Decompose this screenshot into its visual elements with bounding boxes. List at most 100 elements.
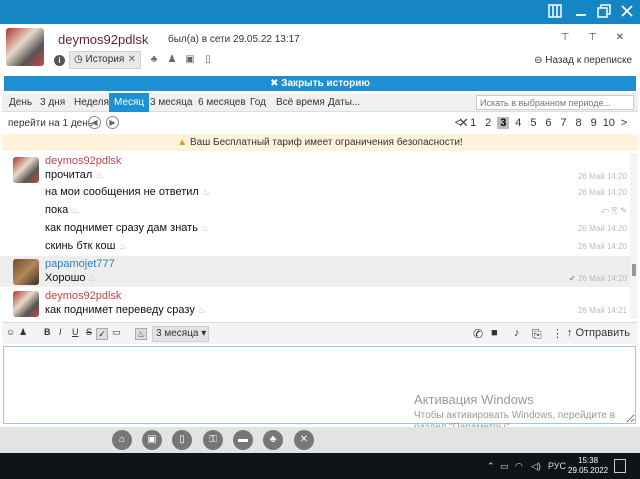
next-day-icon[interactable]: ▶ xyxy=(106,116,119,129)
tab-6-months[interactable]: 6 месяцев xyxy=(193,93,251,112)
sidebar-toggle-icon[interactable] xyxy=(548,4,564,20)
strike-button[interactable]: S xyxy=(86,327,92,337)
file-icon[interactable]: ▯ xyxy=(199,54,217,65)
close-history-button[interactable]: ✖ Закрыть историю xyxy=(4,76,636,91)
message-text[interactable]: прочитал ♨ xyxy=(45,169,103,181)
gallery-icon[interactable]: ▣ xyxy=(142,430,162,450)
page-1[interactable]: 1 xyxy=(467,117,479,129)
tray-expand-icon[interactable]: ⌃ xyxy=(487,461,495,472)
contacts-icon[interactable]: ♣ xyxy=(145,54,163,65)
close-tab-icon[interactable]: ✕ xyxy=(128,52,136,68)
message-group: deymos92pdlsk как поднимет переведу сраз… xyxy=(0,288,630,319)
author-avatar[interactable] xyxy=(13,259,39,285)
document-icon[interactable]: ▯ xyxy=(172,430,192,450)
attach-icon[interactable]: ⎘ xyxy=(532,327,542,342)
page-8[interactable]: 8 xyxy=(573,117,585,129)
tab-3-days[interactable]: 3 дня xyxy=(35,93,70,112)
video-icon[interactable]: ■ xyxy=(491,327,498,339)
warning-bar: ▲ Ваш Бесплатный тариф имеет ограничения… xyxy=(2,134,638,151)
page-7[interactable]: 7 xyxy=(558,117,570,129)
header-pin-icons[interactable]: ⊤ ⊤ ✕ xyxy=(561,32,632,43)
settings-icon[interactable]: ✕ xyxy=(294,430,314,450)
phone-icon[interactable]: ✆ xyxy=(473,327,483,341)
flame-icon: ♨ xyxy=(197,305,206,315)
page-4[interactable]: 4 xyxy=(512,117,524,129)
ttl-select[interactable]: 3 месяца ▾ xyxy=(152,326,209,342)
message-text[interactable]: пока ♨ xyxy=(45,204,79,216)
author-avatar[interactable] xyxy=(13,157,39,183)
message-actions-icons[interactable]: ⤺ ⎘ ✎ xyxy=(601,206,627,216)
history-clock-icon: ◷ xyxy=(74,54,86,65)
period-search-input[interactable] xyxy=(476,95,634,110)
contact-share-icon[interactable]: ♟ xyxy=(19,327,27,338)
tab-month[interactable]: Месяц xyxy=(109,93,150,112)
burn-timer-icon[interactable]: ♨ xyxy=(135,328,147,340)
info-icon[interactable]: i xyxy=(54,55,65,66)
tab-history[interactable]: ◷ История ✕ xyxy=(69,51,141,69)
microphone-icon[interactable]: ♪ xyxy=(514,327,520,339)
title-bar xyxy=(0,0,640,24)
clock-date: 29.05.2022 xyxy=(568,466,609,475)
page-prev[interactable]: < xyxy=(452,117,464,129)
underline-button[interactable]: U xyxy=(72,327,79,337)
network-icon[interactable]: ▭ xyxy=(500,461,509,472)
language-indicator[interactable]: РУС xyxy=(548,461,566,471)
page-6[interactable]: 6 xyxy=(542,117,554,129)
author-avatar[interactable] xyxy=(13,291,39,317)
tab-year[interactable]: Год xyxy=(245,93,271,112)
flame-icon: ♨ xyxy=(201,187,210,197)
tab-all-time[interactable]: Всё время xyxy=(271,93,330,112)
minimize-icon[interactable] xyxy=(574,4,590,20)
message-row: на мои сообщения не ответил ♨ 26 Май 14:… xyxy=(0,186,630,204)
close-window-icon[interactable] xyxy=(620,4,636,20)
emoji-icon[interactable]: ☺ xyxy=(6,327,15,337)
message-row: как поднимет сразу дам знать ♨ 26 Май 14… xyxy=(0,222,630,240)
group-icon[interactable]: ♟ xyxy=(163,54,181,65)
message-text[interactable]: на мои сообщения не ответил ♨ xyxy=(45,186,210,198)
contact-name[interactable]: deymos92pdlsk xyxy=(58,32,148,47)
page-9[interactable]: 9 xyxy=(588,117,600,129)
page-3[interactable]: 3 xyxy=(497,117,510,129)
more-icon[interactable]: ⋮ xyxy=(552,327,563,340)
page-next[interactable]: > xyxy=(618,117,630,129)
send-button[interactable]: ↑ Отправить xyxy=(567,327,630,339)
chevron-down-icon: ▾ xyxy=(201,328,207,339)
message-text[interactable]: как поднимет сразу дам знать ♨ xyxy=(45,222,209,234)
message-author[interactable]: papamojet777 xyxy=(45,258,115,270)
message-time: 26 Май 14:21 xyxy=(577,306,627,315)
message-author[interactable]: deymos92pdlsk xyxy=(45,155,121,167)
message-text[interactable]: Хорошо ♨ xyxy=(45,272,97,284)
flame-icon: ♨ xyxy=(118,241,127,251)
bold-button[interactable]: B xyxy=(44,327,51,337)
photo-icon[interactable]: ▣ xyxy=(181,54,199,65)
tab-week[interactable]: Неделя xyxy=(69,93,114,112)
restore-icon[interactable] xyxy=(597,4,613,20)
contacts-group-icon[interactable]: ♣ xyxy=(263,430,283,450)
home-icon[interactable]: ⌂ xyxy=(112,430,132,450)
tab-dates[interactable]: Даты... xyxy=(323,93,365,112)
italic-button[interactable]: I xyxy=(59,327,62,337)
message-scrollbar[interactable] xyxy=(630,153,638,319)
prev-day-icon[interactable]: ◀ xyxy=(88,116,101,129)
message-author[interactable]: deymos92pdlsk xyxy=(45,290,121,302)
scrollbar-thumb[interactable] xyxy=(632,264,636,276)
back-to-chat-link[interactable]: ⊖ Назад к переписке xyxy=(534,55,632,66)
app-bottom-bar: ⌂ ▣ ▯ ⚿ ▬ ♣ ✕ xyxy=(0,427,640,453)
activation-title: Активация Windows xyxy=(414,392,534,407)
keyboard-icon[interactable]: ▭ xyxy=(112,327,121,338)
contact-avatar[interactable] xyxy=(6,28,44,66)
page-5[interactable]: 5 xyxy=(527,117,539,129)
message-text[interactable]: скинь бтк кош ♨ xyxy=(45,240,127,252)
message-text[interactable]: как поднимет переведу сразу ♨ xyxy=(45,304,206,316)
tab-day[interactable]: День xyxy=(4,93,37,112)
volume-icon[interactable]: ◁) xyxy=(531,461,541,472)
key-icon[interactable]: ⚿ xyxy=(203,430,223,450)
taskbar-clock[interactable]: 15:38 29.05.2022 xyxy=(568,456,608,476)
page-2[interactable]: 2 xyxy=(482,117,494,129)
page-10[interactable]: 10 xyxy=(603,117,615,129)
check-format-icon[interactable]: ✓ xyxy=(96,328,108,340)
tab-3-months[interactable]: 3 месяца xyxy=(145,93,197,112)
folder-icon[interactable]: ▬ xyxy=(233,430,253,450)
wifi-icon[interactable]: ◠ xyxy=(515,461,523,472)
notification-icon[interactable] xyxy=(614,459,626,473)
